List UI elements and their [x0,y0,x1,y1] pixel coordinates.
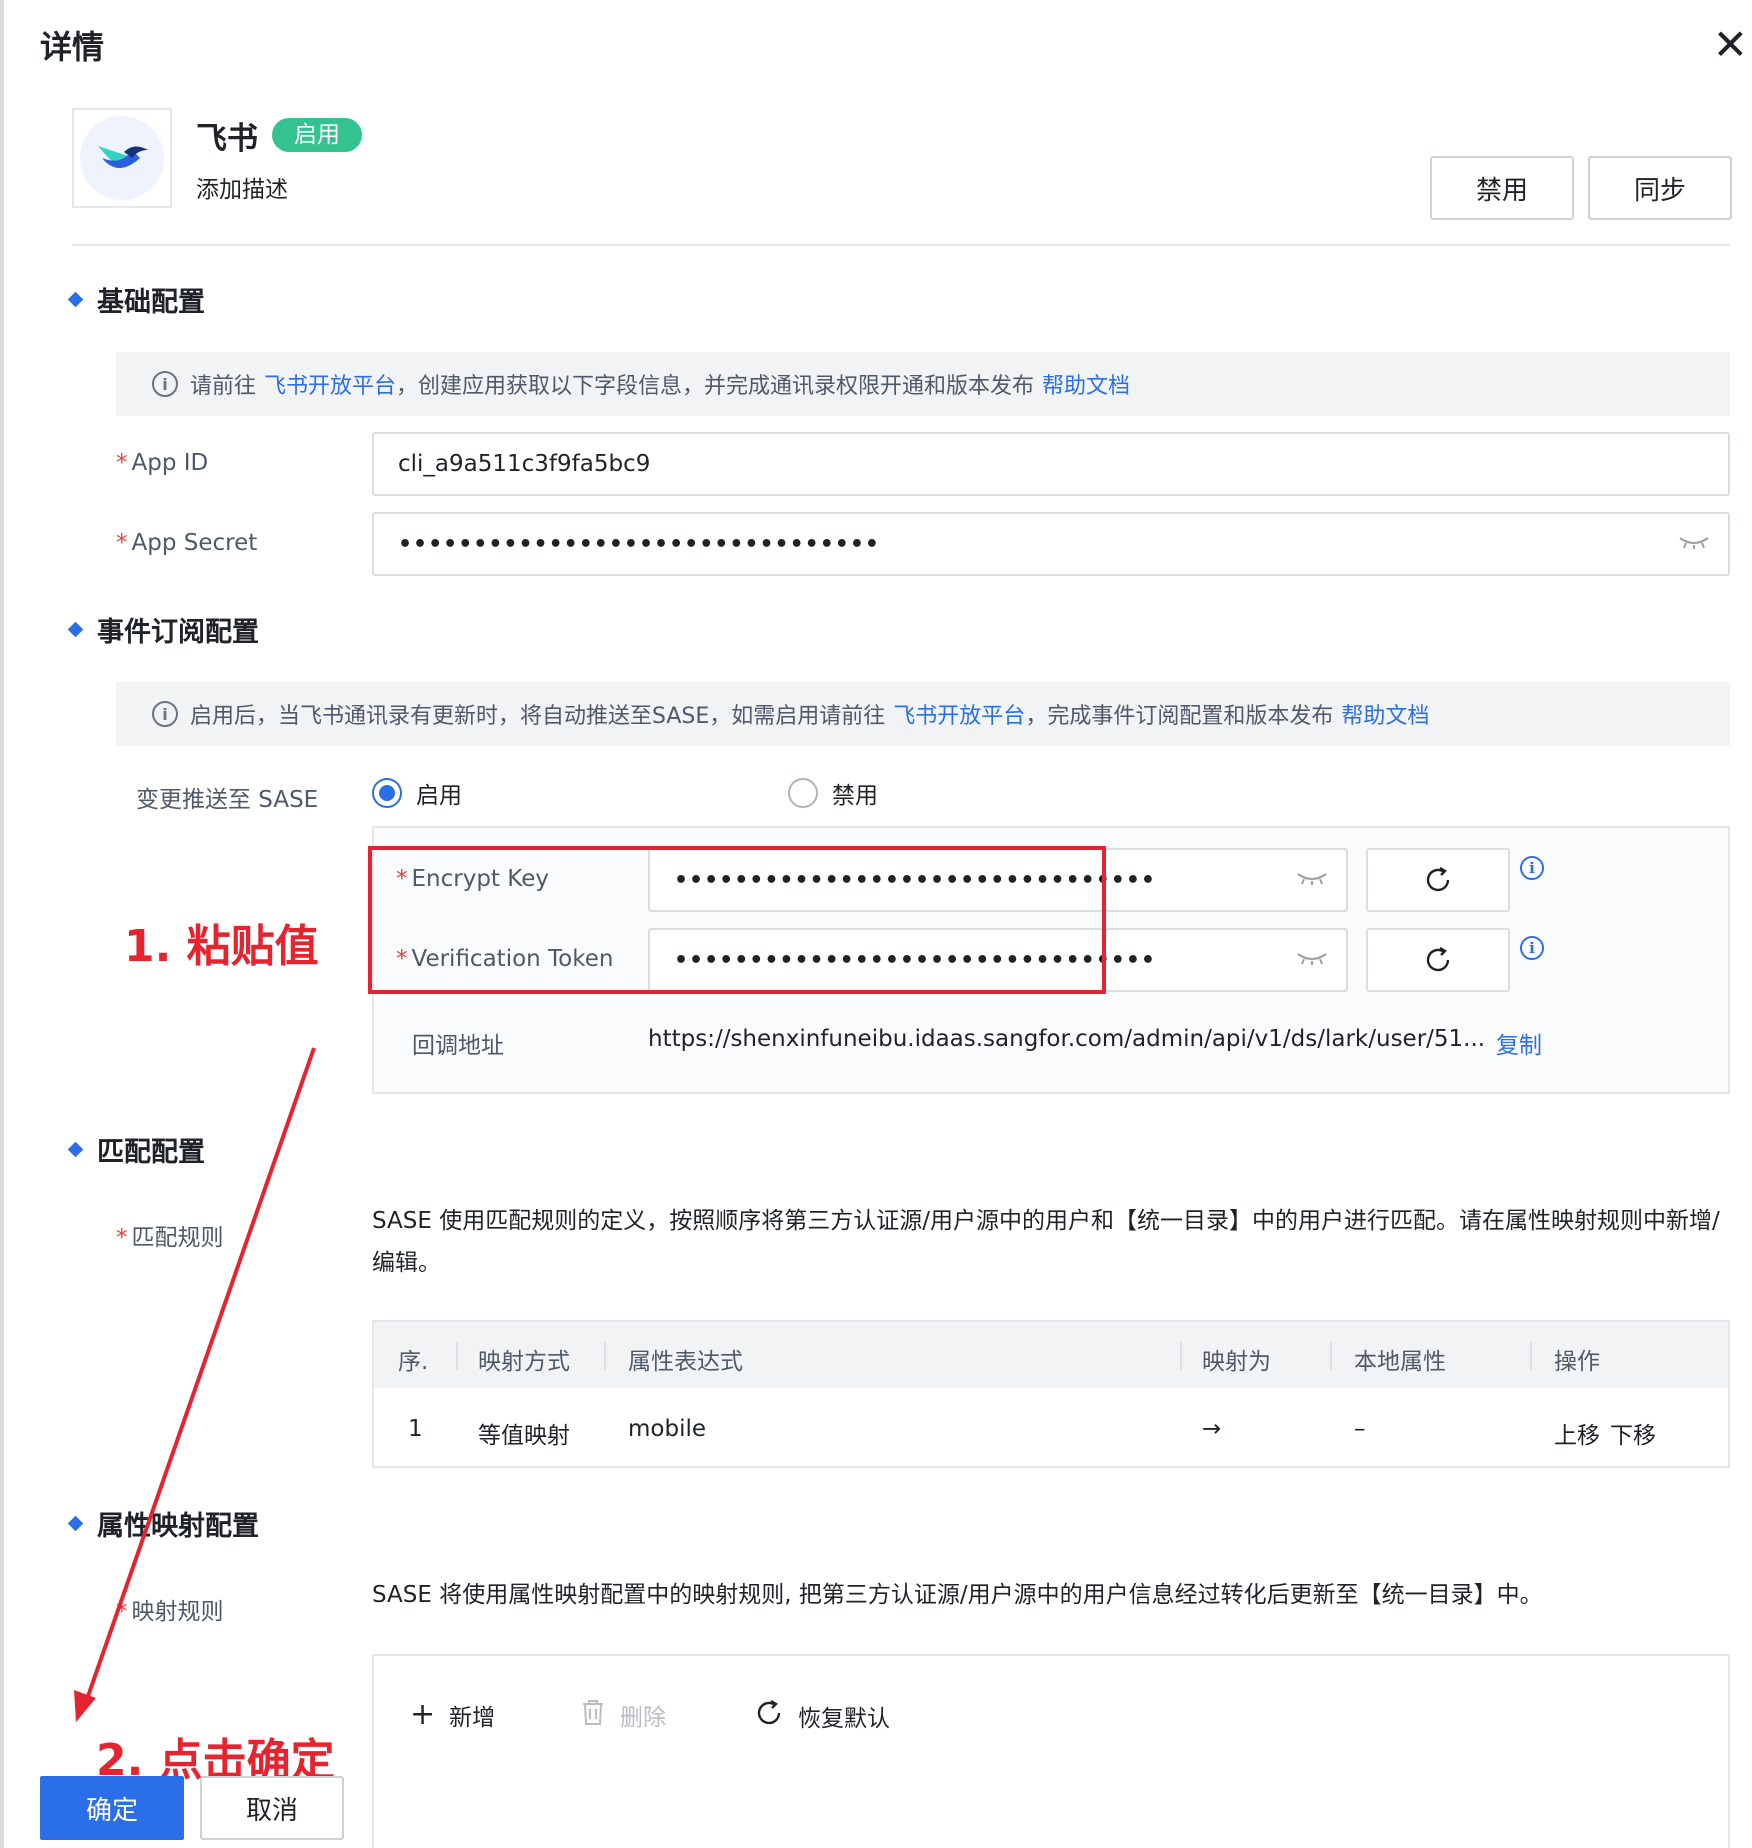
detail-panel: 详情 ✕ 飞书 启用 添加描述 禁用 同步 基础配置 i 请前往 飞书开放平台 … [4,0,1752,1848]
annotation-arrow [74,1047,316,1722]
confirm-button[interactable]: 确定 [40,1776,184,1840]
cancel-button[interactable]: 取消 [200,1776,344,1840]
